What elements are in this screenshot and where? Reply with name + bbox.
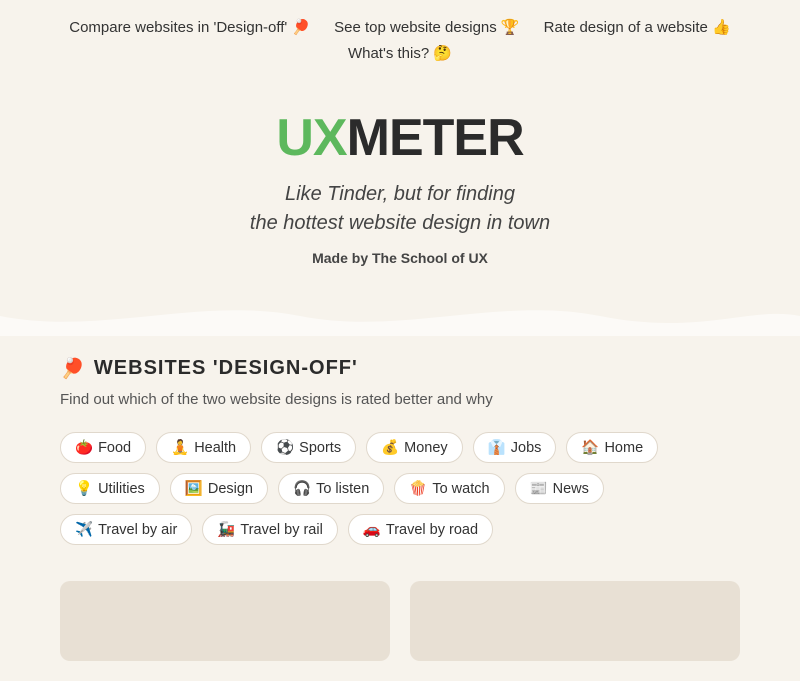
tag-icon-home: 🏠 xyxy=(581,439,599,456)
tag-label-home: Home xyxy=(604,440,643,456)
tag-health[interactable]: 🧘 Health xyxy=(156,432,251,463)
tag-utilities[interactable]: 💡 Utilities xyxy=(60,473,160,504)
card-right xyxy=(410,581,740,661)
tag-icon-design: 🖼️ xyxy=(185,480,203,497)
card-left xyxy=(60,581,390,661)
tag-label-utilities: Utilities xyxy=(98,481,145,497)
tag-label-to-listen: To listen xyxy=(316,481,369,497)
tag-icon-health: 🧘 xyxy=(171,439,189,456)
tag-jobs[interactable]: 👔 Jobs xyxy=(473,432,557,463)
tag-label-sports: Sports xyxy=(299,440,341,456)
tag-to-listen[interactable]: 🎧 To listen xyxy=(278,473,384,504)
logo-ux: UX xyxy=(276,109,346,167)
hero-tagline: Like Tinder, but for finding the hottest… xyxy=(20,180,780,238)
tag-travel-by-air[interactable]: ✈️ Travel by air xyxy=(60,514,192,545)
tag-icon-travel-by-road: 🚗 xyxy=(363,521,381,538)
tag-icon-travel-by-rail: 🚂 xyxy=(217,521,235,538)
tag-travel-by-road[interactable]: 🚗 Travel by road xyxy=(348,514,493,545)
tag-design[interactable]: 🖼️ Design xyxy=(170,473,268,504)
tag-money[interactable]: 💰 Money xyxy=(366,432,463,463)
made-by: Made by The School of UX xyxy=(20,250,780,266)
section-subtext: Find out which of the two website design… xyxy=(60,391,740,408)
tag-home[interactable]: 🏠 Home xyxy=(566,432,658,463)
logo: UXMETER xyxy=(20,112,780,164)
tag-label-jobs: Jobs xyxy=(511,440,542,456)
tag-icon-utilities: 💡 xyxy=(75,480,93,497)
tags-container: 🍅 Food 🧘 Health ⚽ Sports 💰 Money 👔 Jobs 🏠 Home 💡 Util… xyxy=(60,428,740,561)
tag-label-travel-by-air: Travel by air xyxy=(98,522,177,538)
wave-divider xyxy=(0,296,800,336)
nav-link-top-designs[interactable]: See top website designs 🏆 xyxy=(334,18,519,36)
tag-icon-sports: ⚽ xyxy=(276,439,294,456)
tag-icon-to-listen: 🎧 xyxy=(293,480,311,497)
design-off-section: 🏓 WEBSITES 'DESIGN-OFF' Find out which o… xyxy=(0,336,800,571)
cards-row xyxy=(0,571,800,681)
tag-label-design: Design xyxy=(208,481,253,497)
nav-link-whats-this[interactable]: What's this? 🤔 xyxy=(348,44,452,62)
design-off-icon: 🏓 xyxy=(60,356,86,381)
tag-label-health: Health xyxy=(194,440,236,456)
nav-link-design-off[interactable]: Compare websites in 'Design-off' 🏓 xyxy=(69,18,310,36)
top-navigation: Compare websites in 'Design-off' 🏓 See to… xyxy=(0,0,800,72)
tag-icon-jobs: 👔 xyxy=(488,439,506,456)
tag-icon-food: 🍅 xyxy=(75,439,93,456)
tag-news[interactable]: 📰 News xyxy=(515,473,604,504)
tag-label-food: Food xyxy=(98,440,131,456)
tag-icon-money: 💰 xyxy=(381,439,399,456)
hero-section: UXMETER Like Tinder, but for finding the… xyxy=(0,72,800,286)
logo-meter: METER xyxy=(347,109,524,167)
tag-label-to-watch: To watch xyxy=(432,481,489,497)
tag-to-watch[interactable]: 🍿 To watch xyxy=(394,473,504,504)
tag-label-travel-by-rail: Travel by rail xyxy=(240,522,322,538)
tag-food[interactable]: 🍅 Food xyxy=(60,432,146,463)
tag-label-money: Money xyxy=(404,440,448,456)
tag-label-news: News xyxy=(553,481,589,497)
tag-icon-to-watch: 🍿 xyxy=(409,480,427,497)
tag-label-travel-by-road: Travel by road xyxy=(386,522,478,538)
nav-link-rate-design[interactable]: Rate design of a website 👍 xyxy=(544,18,731,36)
section-heading: 🏓 WEBSITES 'DESIGN-OFF' xyxy=(60,356,740,381)
tag-icon-travel-by-air: ✈️ xyxy=(75,521,93,538)
tag-travel-by-rail[interactable]: 🚂 Travel by rail xyxy=(202,514,338,545)
tag-sports[interactable]: ⚽ Sports xyxy=(261,432,356,463)
tag-icon-news: 📰 xyxy=(530,480,548,497)
